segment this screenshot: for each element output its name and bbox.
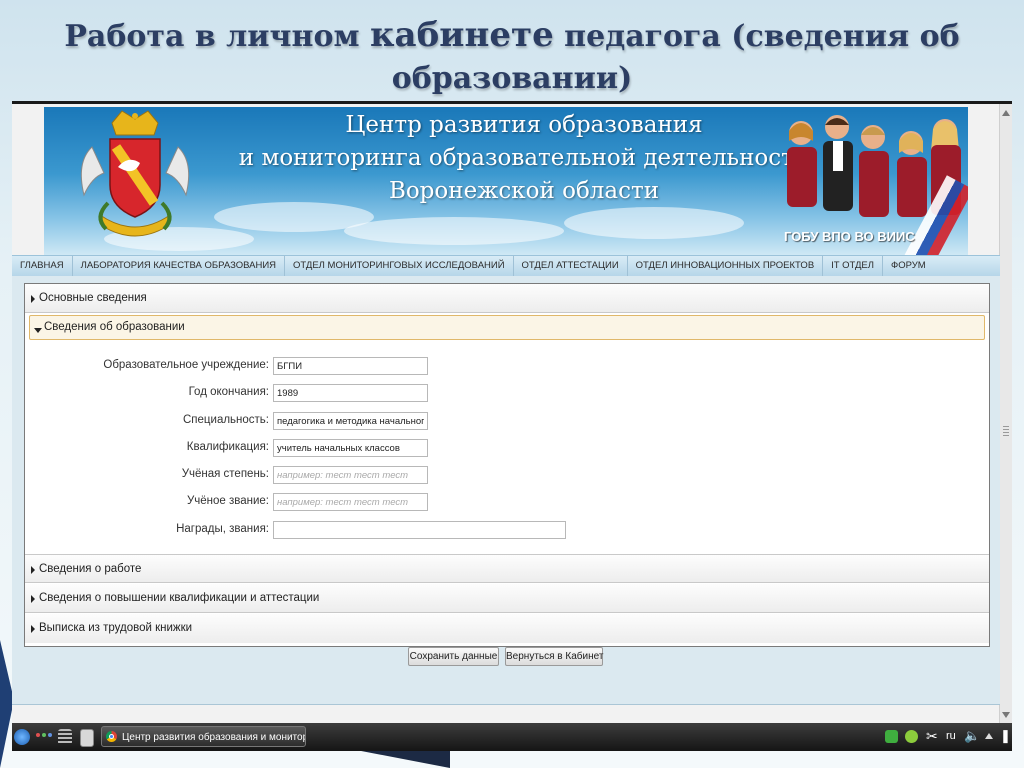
field-row-title: Учёное звание: xyxy=(25,493,269,513)
tray-expand-icon[interactable] xyxy=(985,733,993,739)
field-row-qualification: Квалификация: xyxy=(25,439,269,459)
nav-item-quality-lab[interactable]: ЛАБОРАТОРИЯ КАЧЕСТВА ОБРАЗОВАНИЯ xyxy=(73,256,286,276)
section-qualification-label: Сведения о повышении квалификации и атте… xyxy=(39,592,320,604)
updates-icon[interactable] xyxy=(905,730,918,743)
scroll-up-icon[interactable] xyxy=(1002,110,1010,116)
browser-top-edge xyxy=(12,101,1012,104)
title-label: Учёное звание: xyxy=(186,495,269,507)
keyboard-layout-indicator[interactable]: ru xyxy=(946,730,956,742)
profile-accordion: Основные сведения Сведения об образовани… xyxy=(24,283,990,647)
section-work[interactable]: Сведения о работе xyxy=(25,554,989,583)
section-work-label: Сведения о работе xyxy=(39,563,142,575)
kde-start-icon[interactable] xyxy=(14,729,30,745)
banner-line3: Воронежской области xyxy=(388,178,660,204)
nav-item-forum[interactable]: ФОРУМ xyxy=(883,256,934,276)
taskbar-task-label: Центр развития образования и мониторинга xyxy=(122,732,305,743)
academic-degree-input[interactable] xyxy=(273,466,428,484)
field-row-year: Год окончания: xyxy=(25,384,269,404)
section-qualification[interactable]: Сведения о повышении квалификации и атте… xyxy=(25,584,989,613)
degree-label: Учёная степень: xyxy=(181,468,269,480)
field-row-degree: Учёная степень: xyxy=(25,466,269,486)
cloud-shape xyxy=(564,207,744,239)
desktop-pager-icon[interactable] xyxy=(58,729,72,745)
graduation-year-input[interactable] xyxy=(273,384,428,402)
awards-label: Награды, звания: xyxy=(176,523,269,535)
academic-title-input[interactable] xyxy=(273,493,428,511)
section-education[interactable]: Сведения об образовании xyxy=(29,315,985,340)
os-taskbar: Центр развития образования и мониторинга… xyxy=(12,723,1012,751)
browser-screenshot: Центр развития образования и мониторинга… xyxy=(12,101,1012,751)
volume-icon[interactable]: 🔈 xyxy=(964,728,980,744)
slide-title-emphasis: кабинете xyxy=(370,15,554,55)
clipboard-scissors-icon[interactable]: ✂ xyxy=(926,728,938,745)
chrome-icon xyxy=(106,731,117,742)
scroll-grip-icon[interactable] xyxy=(1003,426,1009,438)
banner-organization: ГОБУ ВПО ВО ВИИС xyxy=(784,229,915,244)
section-basic-info[interactable]: Основные сведения xyxy=(25,284,989,313)
nav-item-home[interactable]: ГЛАВНАЯ xyxy=(12,256,73,276)
system-menu-icon[interactable]: ❚ xyxy=(1000,728,1011,744)
slide-title-line2: образовании) xyxy=(391,61,633,96)
qualification-label: Квалификация: xyxy=(186,441,269,453)
institution-label: Образовательное учреждение: xyxy=(103,359,269,371)
file-manager-icon[interactable] xyxy=(80,729,94,747)
scroll-down-icon[interactable] xyxy=(1002,712,1010,718)
vertical-scrollbar[interactable] xyxy=(999,104,1012,724)
awards-input[interactable] xyxy=(273,521,566,539)
network-icon[interactable] xyxy=(885,730,898,743)
nav-item-it[interactable]: IT ОТДЕЛ xyxy=(823,256,883,276)
field-row-awards: Награды, звания: xyxy=(25,521,269,541)
taskbar-browser-task[interactable]: Центр развития образования и мониторинга xyxy=(101,726,306,747)
specialty-input[interactable] xyxy=(273,412,428,430)
section-education-label: Сведения об образовании xyxy=(44,321,185,333)
slide-title-part2: педагога (сведения об xyxy=(553,19,960,54)
expand-arrow-icon xyxy=(31,566,35,574)
activities-icon[interactable] xyxy=(36,733,40,737)
qualification-input[interactable] xyxy=(273,439,428,457)
institution-input[interactable] xyxy=(273,357,428,375)
year-label: Год окончания: xyxy=(188,386,269,398)
banner-line1: Центр развития образования xyxy=(345,112,703,138)
save-data-button[interactable]: Сохранить данные xyxy=(408,647,499,666)
collapse-arrow-icon xyxy=(34,328,42,333)
site-banner: Центр развития образования и мониторинга… xyxy=(44,107,968,255)
section-basic-label: Основные сведения xyxy=(39,292,147,304)
content-area: Основные сведения Сведения об образовани… xyxy=(12,276,1000,705)
coat-of-arms-icon xyxy=(80,110,190,237)
nav-item-innovation[interactable]: ОТДЕЛ ИННОВАЦИОННЫХ ПРОЕКТОВ xyxy=(628,256,824,276)
nav-item-monitoring[interactable]: ОТДЕЛ МОНИТОРИНГОВЫХ ИССЛЕДОВАНИЙ xyxy=(285,256,514,276)
cloud-shape xyxy=(344,217,564,245)
main-nav: ГЛАВНАЯ ЛАБОРАТОРИЯ КАЧЕСТВА ОБРАЗОВАНИЯ… xyxy=(12,255,1000,277)
specialty-label: Специальность: xyxy=(183,414,269,426)
slide-title: Работа в личном кабинете педагога (сведе… xyxy=(0,14,1024,100)
banner-title: Центр развития образования и мониторинга… xyxy=(234,109,814,208)
back-to-cabinet-button[interactable]: Вернуться в Кабинет xyxy=(505,647,603,666)
expand-arrow-icon xyxy=(31,595,35,603)
field-row-institution: Образовательное учреждение: xyxy=(25,357,269,377)
expand-arrow-icon xyxy=(31,295,35,303)
field-row-specialty: Специальность: xyxy=(25,412,269,432)
nav-item-attestation[interactable]: ОТДЕЛ АТТЕСТАЦИИ xyxy=(514,256,628,276)
slide-title-part1: Работа в личном xyxy=(64,19,370,54)
expand-arrow-icon xyxy=(31,625,35,633)
banner-line2: и мониторинга образовательной деятельнос… xyxy=(238,145,810,171)
section-workbook[interactable]: Выписка из трудовой книжки xyxy=(25,614,989,643)
section-workbook-label: Выписка из трудовой книжки xyxy=(39,622,193,634)
